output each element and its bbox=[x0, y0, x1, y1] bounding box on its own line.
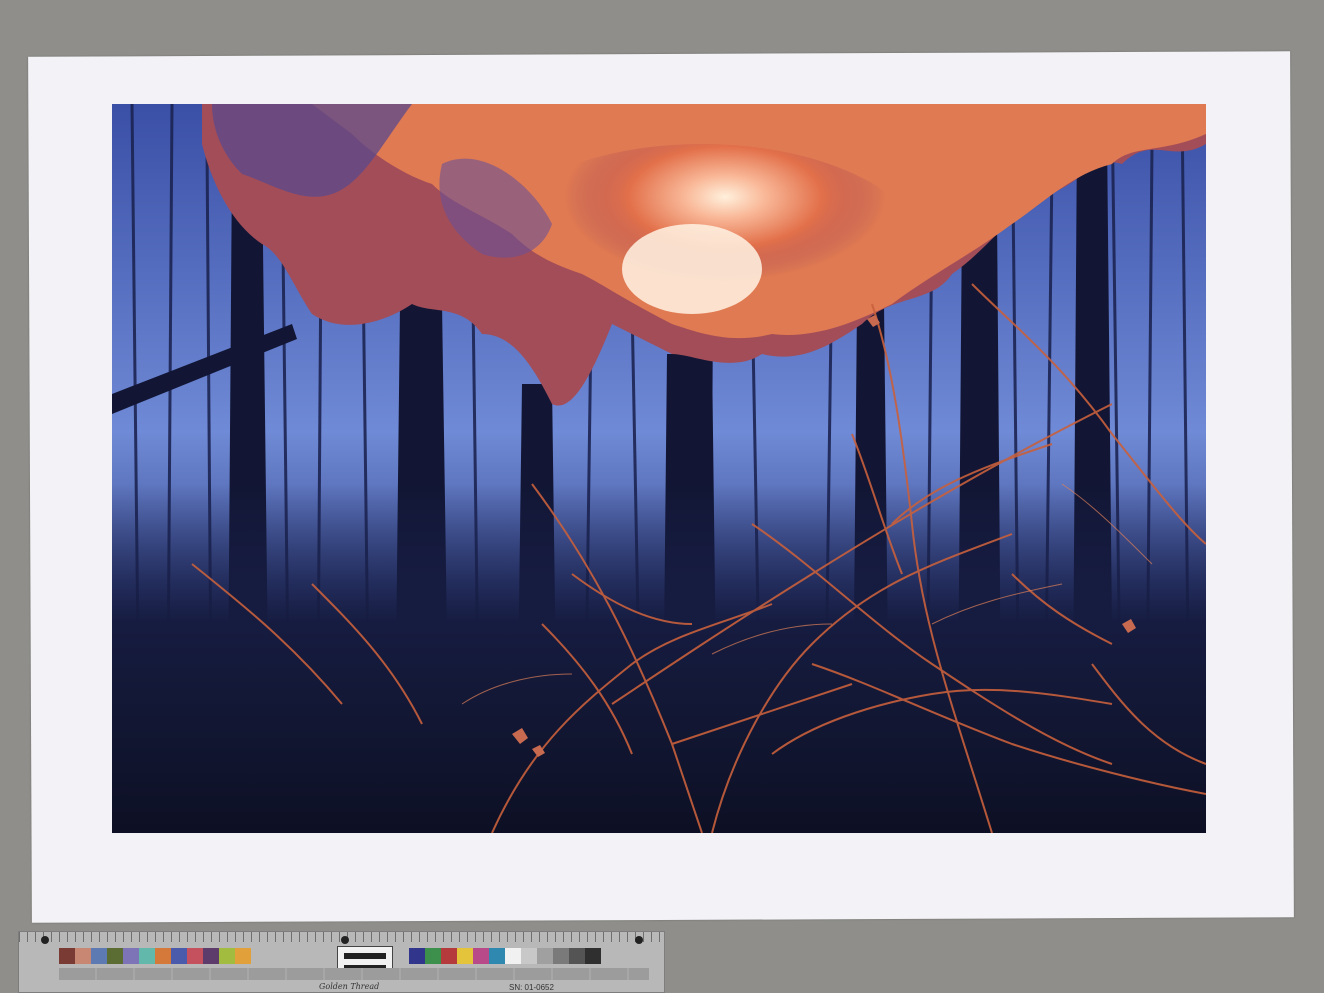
color-patch bbox=[409, 948, 425, 964]
color-patch bbox=[473, 948, 489, 964]
target-serial: SN: 01-0652 bbox=[509, 983, 554, 992]
color-patch bbox=[505, 948, 521, 964]
color-patch bbox=[203, 948, 219, 964]
color-patch bbox=[553, 948, 569, 964]
color-patch bbox=[91, 948, 107, 964]
color-patch bbox=[537, 948, 553, 964]
registration-mark bbox=[341, 936, 349, 944]
color-patch bbox=[139, 948, 155, 964]
color-patch bbox=[123, 948, 139, 964]
registration-mark bbox=[635, 936, 643, 944]
color-patch bbox=[425, 948, 441, 964]
color-patch bbox=[521, 948, 537, 964]
photograph bbox=[112, 104, 1206, 833]
registration-mark bbox=[41, 936, 49, 944]
color-patch bbox=[59, 948, 75, 964]
color-patch bbox=[219, 948, 235, 964]
color-patches-left bbox=[59, 948, 251, 964]
color-patch bbox=[585, 948, 601, 964]
forest-smoke-image bbox=[112, 104, 1206, 833]
color-patch bbox=[107, 948, 123, 964]
color-patches-right bbox=[409, 948, 601, 964]
patch-values-strip bbox=[59, 968, 649, 980]
color-patch bbox=[489, 948, 505, 964]
color-patch bbox=[75, 948, 91, 964]
color-patch bbox=[187, 948, 203, 964]
color-patch bbox=[235, 948, 251, 964]
color-patch bbox=[171, 948, 187, 964]
target-brand: Golden Thread bbox=[319, 982, 380, 991]
color-calibration-target: Golden Thread SN: 01-0652 bbox=[18, 931, 665, 993]
color-patch bbox=[457, 948, 473, 964]
color-patch bbox=[155, 948, 171, 964]
color-patch bbox=[441, 948, 457, 964]
color-patch bbox=[569, 948, 585, 964]
